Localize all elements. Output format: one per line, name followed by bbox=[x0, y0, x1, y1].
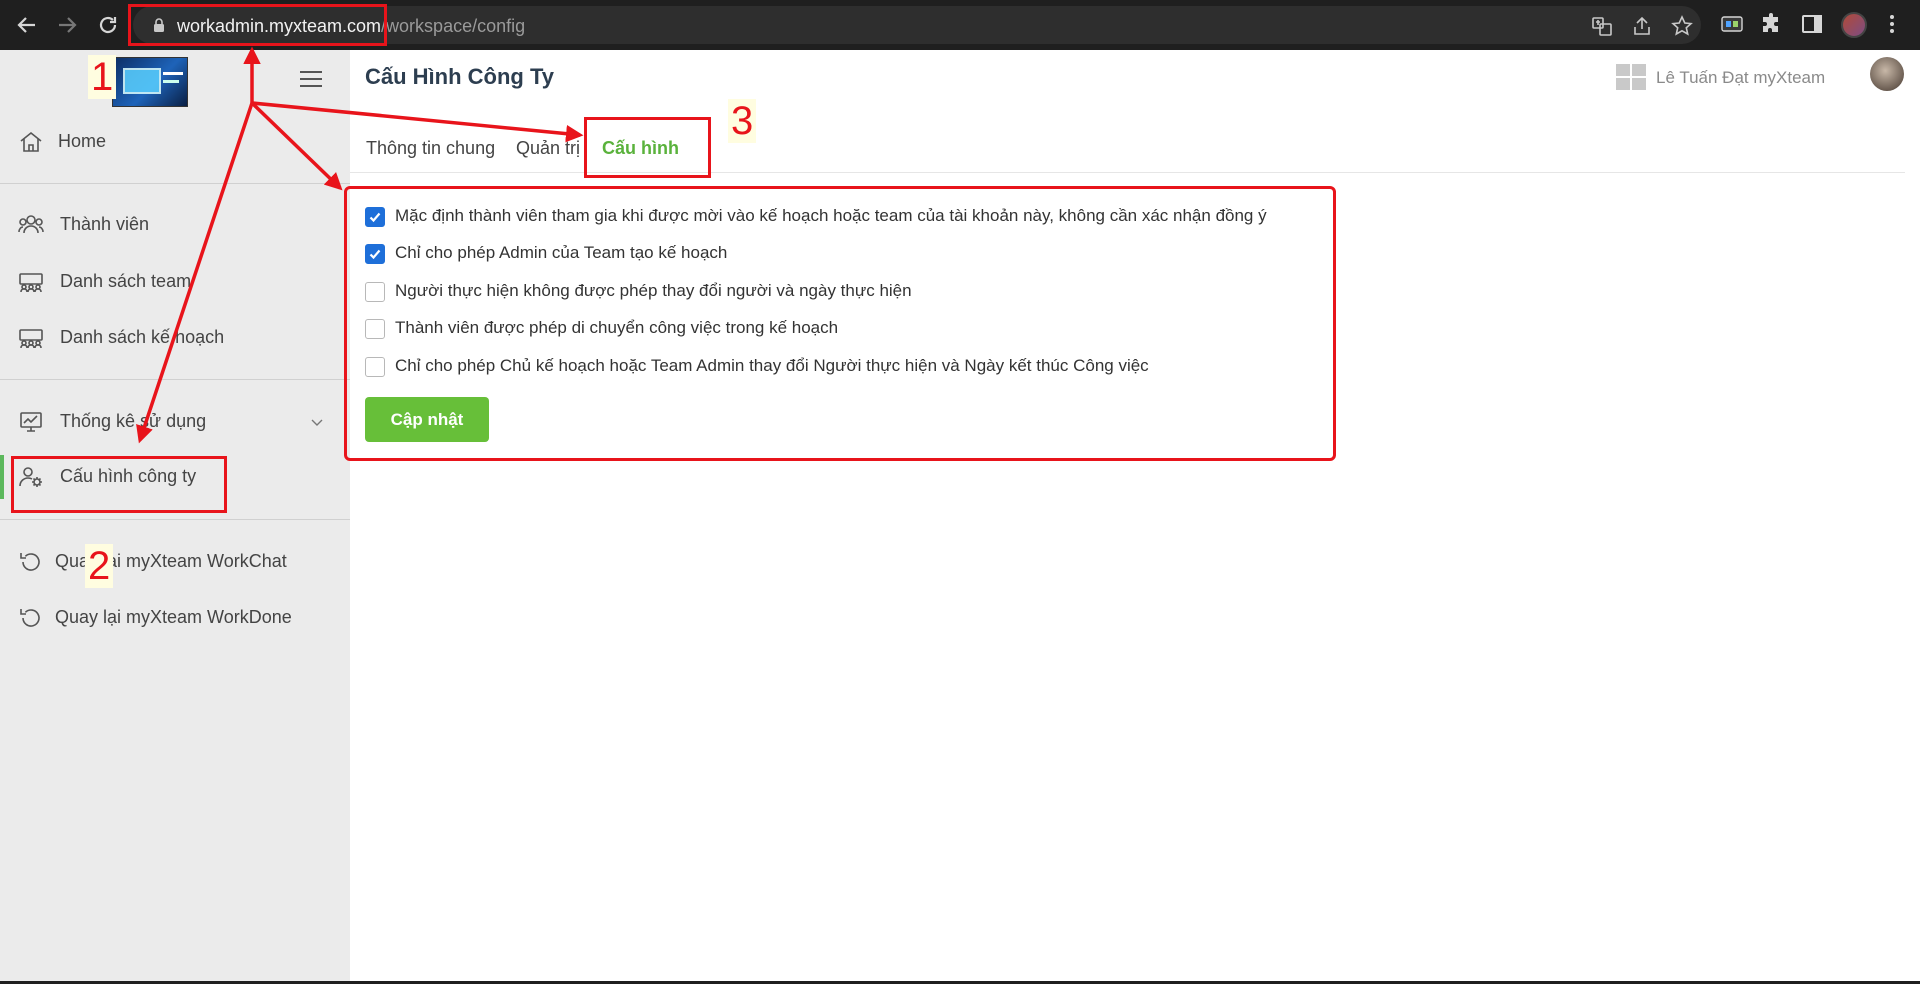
user-avatar[interactable] bbox=[1870, 57, 1904, 91]
bookmark-star-icon[interactable] bbox=[1671, 15, 1693, 37]
profile-avatar[interactable] bbox=[1841, 12, 1867, 38]
sidebar-item-team-list[interactable]: Danh sách team bbox=[0, 260, 350, 304]
back-icon bbox=[18, 550, 44, 574]
share-icon[interactable] bbox=[1631, 15, 1653, 37]
tab-general-info[interactable]: Thông tin chung bbox=[366, 138, 495, 159]
statistics-icon bbox=[18, 410, 44, 434]
sidebar-item-home[interactable]: Home bbox=[0, 120, 350, 164]
sidebar-item-label: Danh sách team bbox=[60, 271, 192, 291]
sidebar-item-label: Home bbox=[58, 131, 107, 151]
plan-list-icon bbox=[18, 326, 44, 350]
back-icon bbox=[18, 606, 44, 630]
sidebar-divider bbox=[0, 519, 350, 520]
annotation-box-config-tab bbox=[584, 117, 711, 178]
annotation-number-3: 3 bbox=[728, 99, 757, 143]
extension-icon[interactable] bbox=[1720, 12, 1744, 36]
apps-grid-icon[interactable] bbox=[1616, 64, 1648, 92]
annotation-box-sidebar-item bbox=[11, 456, 227, 513]
home-icon bbox=[18, 130, 44, 154]
reload-icon[interactable] bbox=[96, 13, 120, 37]
sidebar-divider bbox=[0, 183, 350, 184]
sidebar-item-back-workdone[interactable]: Quay lại myXteam WorkDone bbox=[0, 596, 350, 640]
sidebar-item-label: Thành viên bbox=[60, 214, 150, 234]
puzzle-icon[interactable] bbox=[1760, 12, 1784, 36]
sidebar: Home Thành viên Danh sách team Danh sách… bbox=[0, 50, 350, 981]
side-panel-icon[interactable] bbox=[1800, 12, 1824, 36]
sidebar-item-plan-list[interactable]: Danh sách kế hoạch bbox=[0, 316, 350, 360]
user-name: Lê Tuấn Đạt myXteam bbox=[1656, 68, 1826, 87]
sidebar-item-statistics[interactable]: Thống kê sử dụng bbox=[0, 400, 350, 444]
sidebar-item-members[interactable]: Thành viên bbox=[0, 203, 350, 247]
sidebar-item-label: Quay lại myXteam WorkDone bbox=[55, 607, 292, 627]
sidebar-divider bbox=[0, 379, 350, 380]
members-icon bbox=[18, 213, 44, 237]
logo-graphic bbox=[123, 68, 161, 94]
company-logo[interactable] bbox=[112, 57, 188, 107]
url-path: /workspace/config bbox=[381, 16, 526, 36]
back-arrow-icon[interactable] bbox=[15, 13, 39, 37]
annotation-box-url bbox=[128, 4, 387, 46]
sidebar-item-back-workchat[interactable]: Quay lại myXteam WorkChat bbox=[0, 540, 350, 584]
forward-arrow-icon[interactable] bbox=[55, 13, 79, 37]
logo-bar bbox=[163, 72, 183, 75]
sidebar-item-label: Danh sách kế hoạch bbox=[60, 327, 225, 347]
tab-admin[interactable]: Quản trị bbox=[516, 138, 580, 159]
more-vertical-icon[interactable] bbox=[1880, 12, 1904, 36]
chevron-down-icon[interactable] bbox=[310, 415, 324, 429]
annotation-box-settings bbox=[344, 186, 1336, 461]
logo-bar bbox=[163, 80, 179, 83]
annotation-number-1: 1 bbox=[88, 55, 117, 99]
annotation-number-2: 2 bbox=[85, 544, 114, 588]
team-list-icon bbox=[18, 270, 44, 294]
hamburger-menu-icon[interactable] bbox=[300, 71, 322, 89]
page-title: Cấu Hình Công Ty bbox=[365, 64, 555, 89]
sidebar-item-label: Thống kê sử dụng bbox=[60, 411, 207, 431]
translate-icon[interactable] bbox=[1591, 15, 1613, 37]
